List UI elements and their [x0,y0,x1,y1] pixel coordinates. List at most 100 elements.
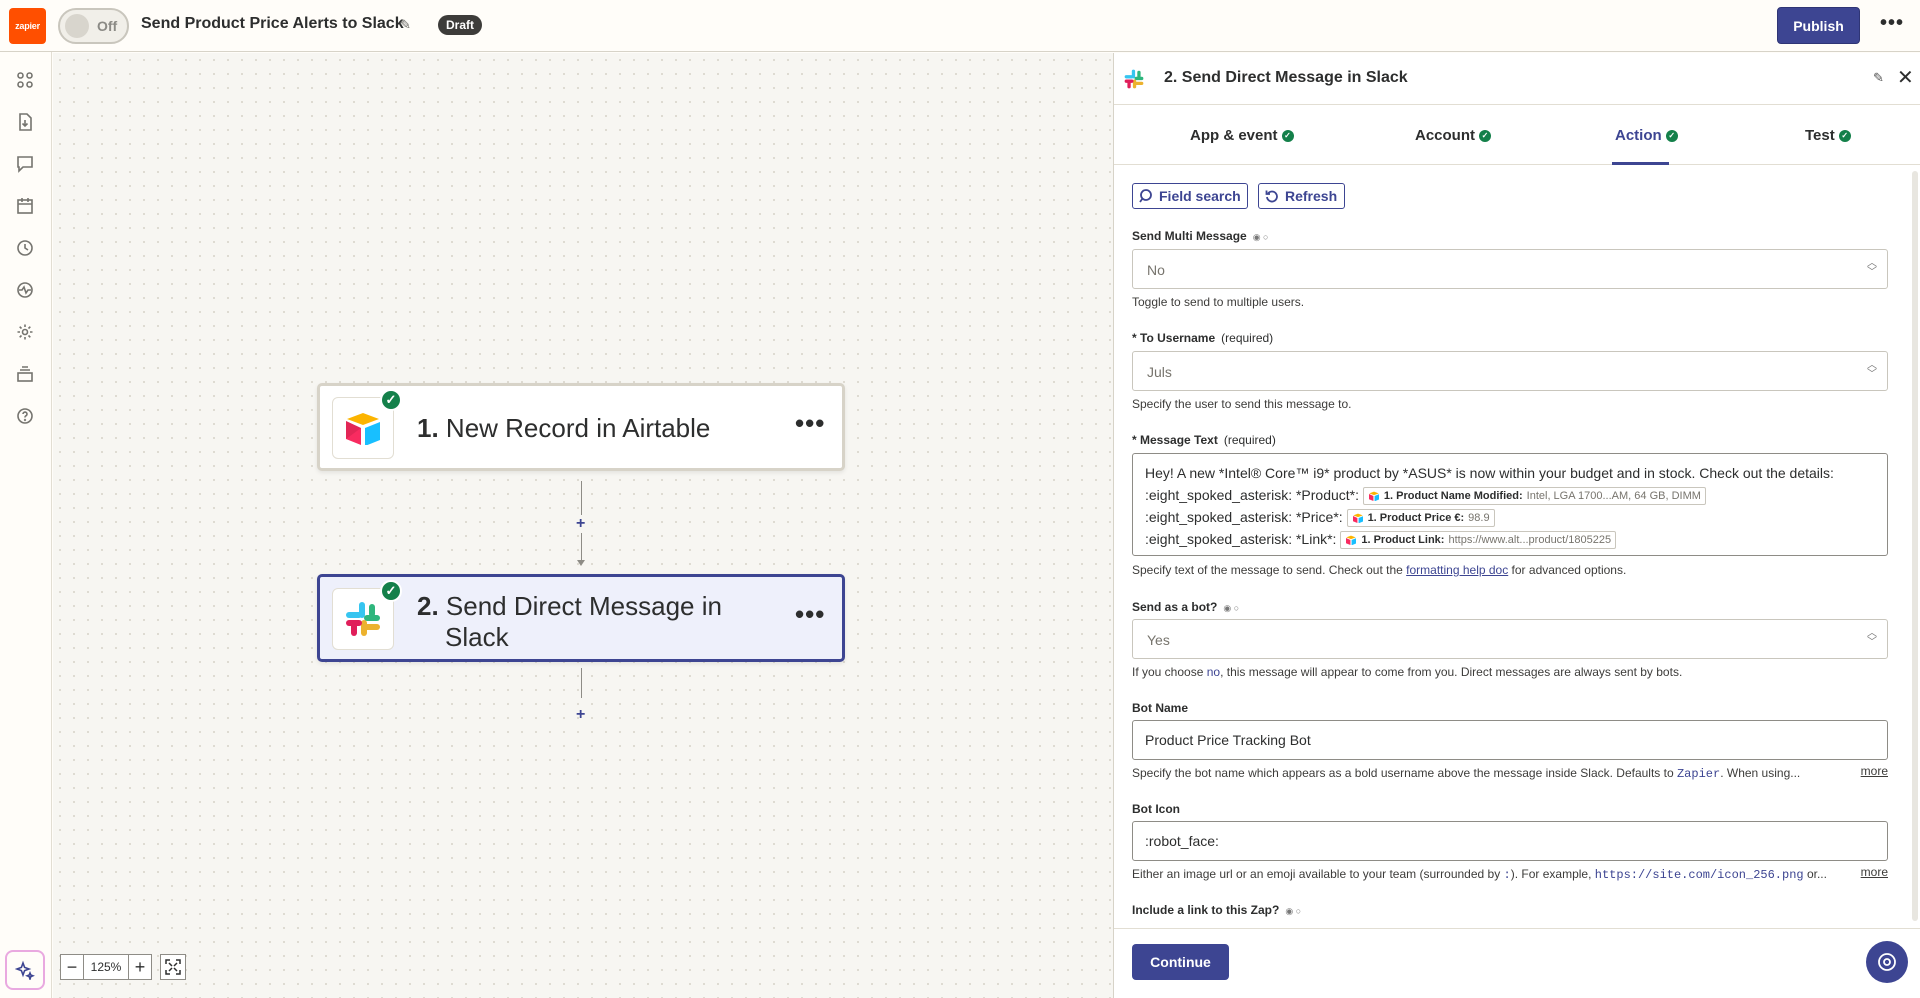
sparkle-icon [15,960,35,980]
ai-copilot-button[interactable] [5,950,45,990]
bot-icon-input[interactable]: :robot_face: [1132,821,1888,861]
comment-icon[interactable] [14,153,36,175]
step-title: 1. New Record in Airtable [417,413,711,443]
continue-button[interactable]: Continue [1132,944,1229,980]
toggle-knob [65,14,89,38]
file-import-icon[interactable] [14,111,36,133]
calendar-icon[interactable] [14,195,36,217]
message-line: Hey! A new *Intel® Core™ i9* product by … [1145,465,1834,481]
message-line: :eight_spoked_asterisk: *Product*: 1. Pr… [1145,484,1875,506]
airtable-icon [1368,491,1379,502]
to-username-select[interactable]: Juls ︿ ﹀ [1132,351,1888,391]
more-options-icon[interactable]: ••• [1880,12,1904,35]
step-menu-icon[interactable]: ••• [795,408,825,439]
support-chat-button[interactable] [1866,941,1908,983]
panel-scrollbar[interactable] [1912,171,1918,921]
connector-line [581,668,582,698]
send-multi-label: Send Multi Message ◉ ○ [1132,229,1269,243]
zoom-controls: − 125% + [60,954,186,980]
step-card-trigger[interactable]: ✓ 1. New Record in Airtable ••• [317,383,845,471]
message-line: :eight_spoked_asterisk: *Link*: 1. Produ… [1145,528,1875,550]
history-icon[interactable] [14,237,36,259]
airtable-icon [1346,535,1357,546]
to-username-help: Specify the user to send this message to… [1132,397,1352,411]
step-complete-check-icon: ✓ [380,580,402,602]
to-username-label: * To Username (required) [1132,331,1274,345]
mapped-field-pill[interactable]: 1. Product Name Modified: Intel, LGA 1700… [1362,487,1706,506]
check-icon: ✓ [1479,129,1491,142]
step-card-action[interactable]: ✓ 2. Send Direct Message in Slack ••• [317,574,845,662]
logo-text: zapier [15,21,40,31]
formatting-help-link[interactable]: formatting help doc [1406,563,1508,577]
send-as-bot-label: Send as a bot? ◉ ○ [1132,600,1240,614]
message-text-label: * Message Text (required) [1132,433,1276,447]
panel-title: 2. Send Direct Message in Slack [1164,69,1408,86]
chevron-updown-icon: ︿ ﹀ [1867,258,1877,278]
mapped-field-pill[interactable]: 1. Product Price €: 98.9 [1346,509,1495,528]
zap-on-off-toggle[interactable]: Off [58,8,129,44]
bot-icon-more-link[interactable]: more [1861,865,1888,879]
step-tabs: App & event ✓ Account ✓ Action ✓ Test ✓ [1114,106,1920,165]
top-bar: zapier Off Send Product Price Alerts to … [0,0,1920,52]
send-multi-select[interactable]: No ︿ ﹀ [1132,249,1888,289]
zap-title[interactable]: Send Product Price Alerts to Slack [141,15,404,33]
radio-options-icon: ◉ ○ [1252,232,1269,242]
zap-editor-canvas[interactable]: ✓ 1. New Record in Airtable ••• + ✓ 2. S… [53,53,1113,998]
connector-arrow [577,560,585,566]
refresh-button[interactable]: Refresh [1258,183,1345,209]
versions-stack-icon[interactable] [14,363,36,385]
apps-grid-icon[interactable] [14,69,36,91]
tab-test[interactable]: Test ✓ [1805,127,1851,144]
activity-icon[interactable] [14,279,36,301]
bot-name-help: Specify the bot name which appears as a … [1132,766,1801,781]
check-icon: ✓ [1665,129,1678,142]
check-icon: ✓ [1281,129,1294,142]
step-menu-icon[interactable]: ••• [795,599,825,630]
chat-support-icon [1878,953,1896,971]
zoom-out-button[interactable]: − [60,954,84,980]
zapier-logo[interactable]: zapier [9,8,46,44]
include-link-label: Include a link to this Zap? ◉ ○ [1132,903,1302,917]
airtable-icon [1352,513,1363,524]
mapped-field-pill[interactable]: 1. Product Link: https://www.alt...produc… [1340,531,1617,550]
bot-name-input[interactable]: Product Price Tracking Bot [1132,720,1888,760]
edit-step-name-icon[interactable]: ✎ [1873,70,1884,86]
radio-options-icon: ◉ ○ [1285,906,1302,916]
check-icon: ✓ [1838,129,1851,142]
zoom-level: 125% [84,954,128,980]
radio-options-icon: ◉ ○ [1223,603,1240,613]
tab-action[interactable]: Action ✓ [1615,127,1678,144]
message-text-help: Specify text of the message to send. Che… [1132,563,1627,577]
send-multi-help: Toggle to send to multiple users. [1132,295,1305,309]
panel-footer [1114,928,1920,998]
send-as-bot-help: If you choose no, this message will appe… [1132,665,1683,679]
step-config-panel: 2. Send Direct Message in Slack ✎ ✕ App … [1113,53,1920,998]
add-step-button[interactable]: + [576,515,586,533]
fit-to-screen-button[interactable] [160,954,186,980]
search-icon [1139,189,1152,203]
close-icon[interactable]: ✕ [1897,65,1914,90]
step-title: 2. Send Direct Message in Slack [417,591,722,652]
bot-icon-help: Either an image url or an emoji availabl… [1132,867,1827,882]
step-complete-check-icon: ✓ [380,389,402,411]
bot-name-label: Bot Name [1132,701,1189,715]
message-text-input[interactable]: Hey! A new *Intel® Core™ i9* product by … [1132,453,1888,556]
help-icon[interactable] [14,405,36,427]
tab-app-event[interactable]: App & event ✓ [1190,127,1294,144]
tab-account[interactable]: Account ✓ [1415,127,1491,144]
bot-icon-label: Bot Icon [1132,802,1180,816]
slack-icon [1123,68,1145,95]
settings-gear-icon[interactable] [14,321,36,343]
publish-button[interactable]: Publish [1777,7,1860,44]
chevron-updown-icon: ︿ ﹀ [1867,628,1877,648]
toggle-label: Off [97,18,118,34]
chevron-updown-icon: ︿ ﹀ [1867,360,1877,380]
field-search-button[interactable]: Field search [1132,183,1248,209]
active-tab-indicator [1612,162,1669,165]
send-as-bot-select[interactable]: Yes ︿ ﹀ [1132,619,1888,659]
add-step-button[interactable]: + [576,706,585,724]
zoom-in-button[interactable]: + [128,954,152,980]
edit-title-icon[interactable]: ✎ [400,17,411,33]
bot-name-more-link[interactable]: more [1861,764,1888,778]
message-line: :eight_spoked_asterisk: *Price*: 1. Prod… [1145,506,1875,528]
